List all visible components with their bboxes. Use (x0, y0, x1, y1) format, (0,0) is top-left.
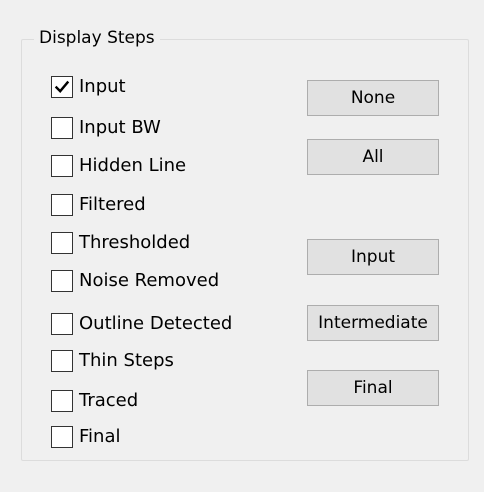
checkbox-input[interactable] (51, 76, 73, 98)
all-button[interactable]: All (307, 139, 439, 175)
checkbox-thresholded[interactable] (51, 232, 73, 254)
checkbox-label-input: Input (79, 76, 126, 97)
final-button[interactable]: Final (307, 370, 439, 406)
none-button[interactable]: None (307, 80, 439, 116)
checkbox-filtered[interactable] (51, 194, 73, 216)
group-title: Display Steps (34, 24, 160, 52)
checkbox-traced[interactable] (51, 390, 73, 412)
checkbox-label-thin-steps: Thin Steps (79, 350, 174, 371)
checkbox-row-filtered[interactable]: Filtered (51, 192, 146, 218)
checkbox-label-filtered: Filtered (79, 194, 146, 215)
checkbox-label-noise-removed: Noise Removed (79, 270, 220, 291)
checkbox-row-hidden-line[interactable]: Hidden Line (51, 153, 186, 179)
checkbox-row-noise-removed[interactable]: Noise Removed (51, 268, 219, 294)
checkbox-hidden-line[interactable] (51, 155, 73, 177)
checkbox-label-thresholded: Thresholded (79, 232, 191, 253)
checkbox-row-outline-detected[interactable]: Outline Detected (51, 311, 232, 337)
checkbox-row-traced[interactable]: Traced (51, 388, 138, 414)
checkmark-icon (54, 80, 70, 93)
checkbox-noise-removed[interactable] (51, 270, 73, 292)
checkbox-label-input-bw: Input BW (79, 117, 161, 138)
checkbox-row-final[interactable]: Final (51, 424, 120, 450)
checkbox-thin-steps[interactable] (51, 350, 73, 372)
intermediate-button[interactable]: Intermediate (307, 305, 439, 341)
checkbox-label-outline-detected: Outline Detected (79, 313, 233, 334)
checkbox-row-input[interactable]: Input (51, 74, 126, 100)
checkbox-row-thin-steps[interactable]: Thin Steps (51, 348, 174, 374)
checkbox-row-thresholded[interactable]: Thresholded (51, 230, 190, 256)
checkbox-input-bw[interactable] (51, 117, 73, 139)
checkbox-outline-detected[interactable] (51, 313, 73, 335)
checkbox-label-final: Final (79, 426, 121, 447)
checkbox-label-traced: Traced (79, 390, 139, 411)
input-button[interactable]: Input (307, 239, 439, 275)
checkbox-label-hidden-line: Hidden Line (79, 155, 187, 176)
checkbox-final[interactable] (51, 426, 73, 448)
checkbox-row-input-bw[interactable]: Input BW (51, 115, 161, 141)
